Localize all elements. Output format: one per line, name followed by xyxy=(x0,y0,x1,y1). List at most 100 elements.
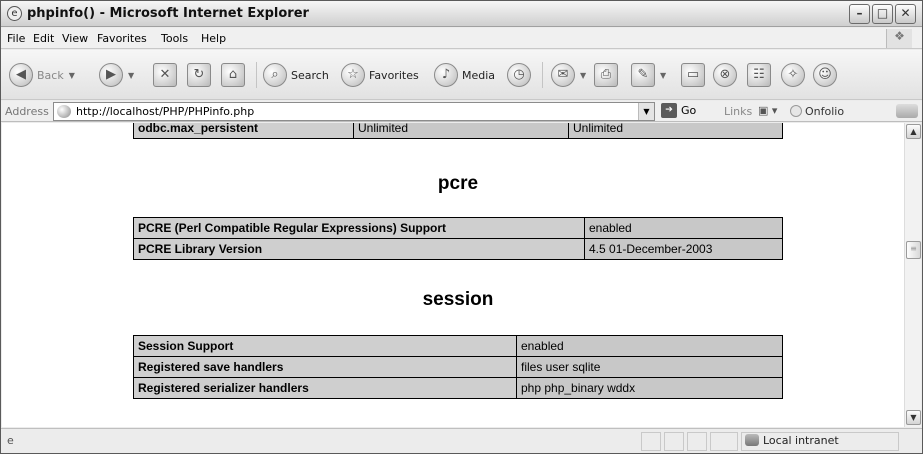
forward-arrow-icon: ▶ xyxy=(99,63,123,87)
vertical-scrollbar[interactable]: ▲ ≡ ▼ xyxy=(904,123,921,427)
translate-icon[interactable]: ▣ ▾ xyxy=(758,104,777,117)
table-row: PCRE Library Version 4.5 01-December-200… xyxy=(133,238,783,260)
home-button[interactable]: ⌂ xyxy=(221,61,245,89)
search-label: Search xyxy=(291,68,329,82)
address-input[interactable]: http://localhost/PHP/PHPinfo.php ▼ xyxy=(53,102,655,121)
menu-help[interactable]: Help xyxy=(201,32,226,45)
session-table: Session Support enabled Registered save … xyxy=(133,335,783,399)
media-label: Media xyxy=(462,68,496,82)
pin-button[interactable]: ✧ xyxy=(781,61,805,89)
address-label: Address xyxy=(5,105,49,118)
status-cell xyxy=(664,432,684,451)
media-icon: ♪ xyxy=(434,63,458,87)
row-name: PCRE (Perl Compatible Regular Expression… xyxy=(133,217,585,239)
row-name: Registered save handlers xyxy=(133,356,517,378)
row-name: Session Support xyxy=(133,335,517,357)
forward-button[interactable]: ▶ ▼ xyxy=(99,61,134,89)
refresh-button[interactable]: ↻ xyxy=(187,61,211,89)
search-button[interactable]: ⌕ Search xyxy=(263,61,329,89)
row-name: PCRE Library Version xyxy=(133,238,585,260)
throbber-icon xyxy=(896,104,918,118)
back-dropdown-icon[interactable]: ▼ xyxy=(69,71,75,80)
block-icon: ⊗ xyxy=(713,63,737,87)
status-cell xyxy=(710,432,738,451)
address-bar: Address http://localhost/PHP/PHPinfo.php… xyxy=(1,101,922,122)
section-title-session: session xyxy=(422,289,494,310)
toolbar: ◀ Back ▼ ▶ ▼ ✕ ↻ ⌂ ⌕ Search ☆ Favorites … xyxy=(1,50,922,100)
history-icon: ◷ xyxy=(507,63,531,87)
go-arrow-icon: ➔ xyxy=(661,103,677,118)
messenger-icon: ☺ xyxy=(813,63,837,87)
close-button[interactable]: ✕ xyxy=(895,4,916,24)
messenger-button[interactable]: ☺ xyxy=(813,61,837,89)
menu-file[interactable]: File xyxy=(7,32,25,45)
page-content: odbc.max_persistent Unlimited Unlimited … xyxy=(2,123,904,427)
onfolio-button[interactable]: Onfolio xyxy=(805,105,844,118)
table-row: odbc.max_persistent Unlimited Unlimited xyxy=(133,123,783,139)
row-value: enabled xyxy=(584,217,783,239)
print-button[interactable]: ⎙ xyxy=(594,61,618,89)
edit-icon: ✎ xyxy=(631,63,655,87)
media-button[interactable]: ♪ Media xyxy=(434,61,495,89)
mail-button[interactable]: ✉ ▼ xyxy=(551,61,586,89)
edit-button[interactable]: ✎ ▼ xyxy=(631,61,666,89)
onfolio-icon xyxy=(790,105,802,117)
page-status-icon: e xyxy=(7,434,14,447)
browser-window: e phpinfo() - Microsoft Internet Explore… xyxy=(0,0,923,454)
status-cell xyxy=(641,432,661,451)
window-title: phpinfo() - Microsoft Internet Explorer xyxy=(27,6,309,21)
menu-tools[interactable]: Tools xyxy=(161,32,188,45)
links-button[interactable]: Links xyxy=(724,105,752,118)
page-icon xyxy=(57,105,71,118)
status-cell xyxy=(687,432,707,451)
row-value: enabled xyxy=(516,335,783,357)
maximize-button[interactable]: □ xyxy=(872,4,893,24)
stop-button[interactable]: ✕ xyxy=(153,61,177,89)
go-button[interactable]: ➔ Go xyxy=(661,103,696,118)
back-button[interactable]: ◀ Back ▼ xyxy=(9,61,75,89)
minimize-button[interactable]: – xyxy=(849,4,870,24)
mail-dropdown-icon[interactable]: ▼ xyxy=(580,71,586,80)
table-row: Registered serializer handlers php php_b… xyxy=(133,377,783,399)
discuss-button[interactable]: ▭ xyxy=(681,61,705,89)
title-bar: e phpinfo() - Microsoft Internet Explore… xyxy=(1,1,922,27)
research-button[interactable]: ☷ xyxy=(747,61,771,89)
row-value: 4.5 01-December-2003 xyxy=(584,238,783,260)
scroll-down-button[interactable]: ▼ xyxy=(906,410,921,425)
mail-icon: ✉ xyxy=(551,63,575,87)
row-value: files user sqlite xyxy=(516,356,783,378)
section-title-pcre: pcre xyxy=(437,173,479,194)
go-label: Go xyxy=(681,104,697,117)
search-icon: ⌕ xyxy=(263,63,287,87)
address-dropdown-icon[interactable]: ▼ xyxy=(638,103,654,120)
print-icon: ⎙ xyxy=(594,63,618,87)
local-value: Unlimited xyxy=(353,123,569,139)
row-name: Registered serializer handlers xyxy=(133,377,517,399)
menu-bar: File Edit View Favorites Tools Help ❖ xyxy=(1,28,922,49)
favorites-button[interactable]: ☆ Favorites xyxy=(341,61,419,89)
forward-dropdown-icon[interactable]: ▼ xyxy=(128,71,134,80)
table-row: Session Support enabled xyxy=(133,335,783,357)
master-value: Unlimited xyxy=(568,123,783,139)
directive-name: odbc.max_persistent xyxy=(133,123,354,139)
research-icon: ☷ xyxy=(747,63,771,87)
intranet-icon xyxy=(745,434,759,446)
pcre-table: PCRE (Perl Compatible Regular Expression… xyxy=(133,217,783,260)
home-icon: ⌂ xyxy=(221,63,245,87)
status-bar: e Local intranet xyxy=(1,428,922,453)
scroll-thumb[interactable]: ≡ xyxy=(906,241,921,259)
odbc-table: odbc.max_persistent Unlimited Unlimited xyxy=(133,123,783,139)
address-url[interactable]: http://localhost/PHP/PHPinfo.php xyxy=(76,105,254,118)
edit-dropdown-icon[interactable]: ▼ xyxy=(660,71,666,80)
toolbar-separator xyxy=(542,62,543,88)
back-arrow-icon: ◀ xyxy=(9,63,33,87)
block-button[interactable]: ⊗ xyxy=(713,61,737,89)
scroll-up-button[interactable]: ▲ xyxy=(906,124,921,139)
table-row: PCRE (Perl Compatible Regular Expression… xyxy=(133,217,783,239)
history-button[interactable]: ◷ xyxy=(507,61,531,89)
menu-edit[interactable]: Edit xyxy=(33,32,54,45)
pin-icon: ✧ xyxy=(781,63,805,87)
menu-favorites[interactable]: Favorites xyxy=(97,32,147,45)
table-row: Registered save handlers files user sqli… xyxy=(133,356,783,378)
menu-view[interactable]: View xyxy=(62,32,88,45)
